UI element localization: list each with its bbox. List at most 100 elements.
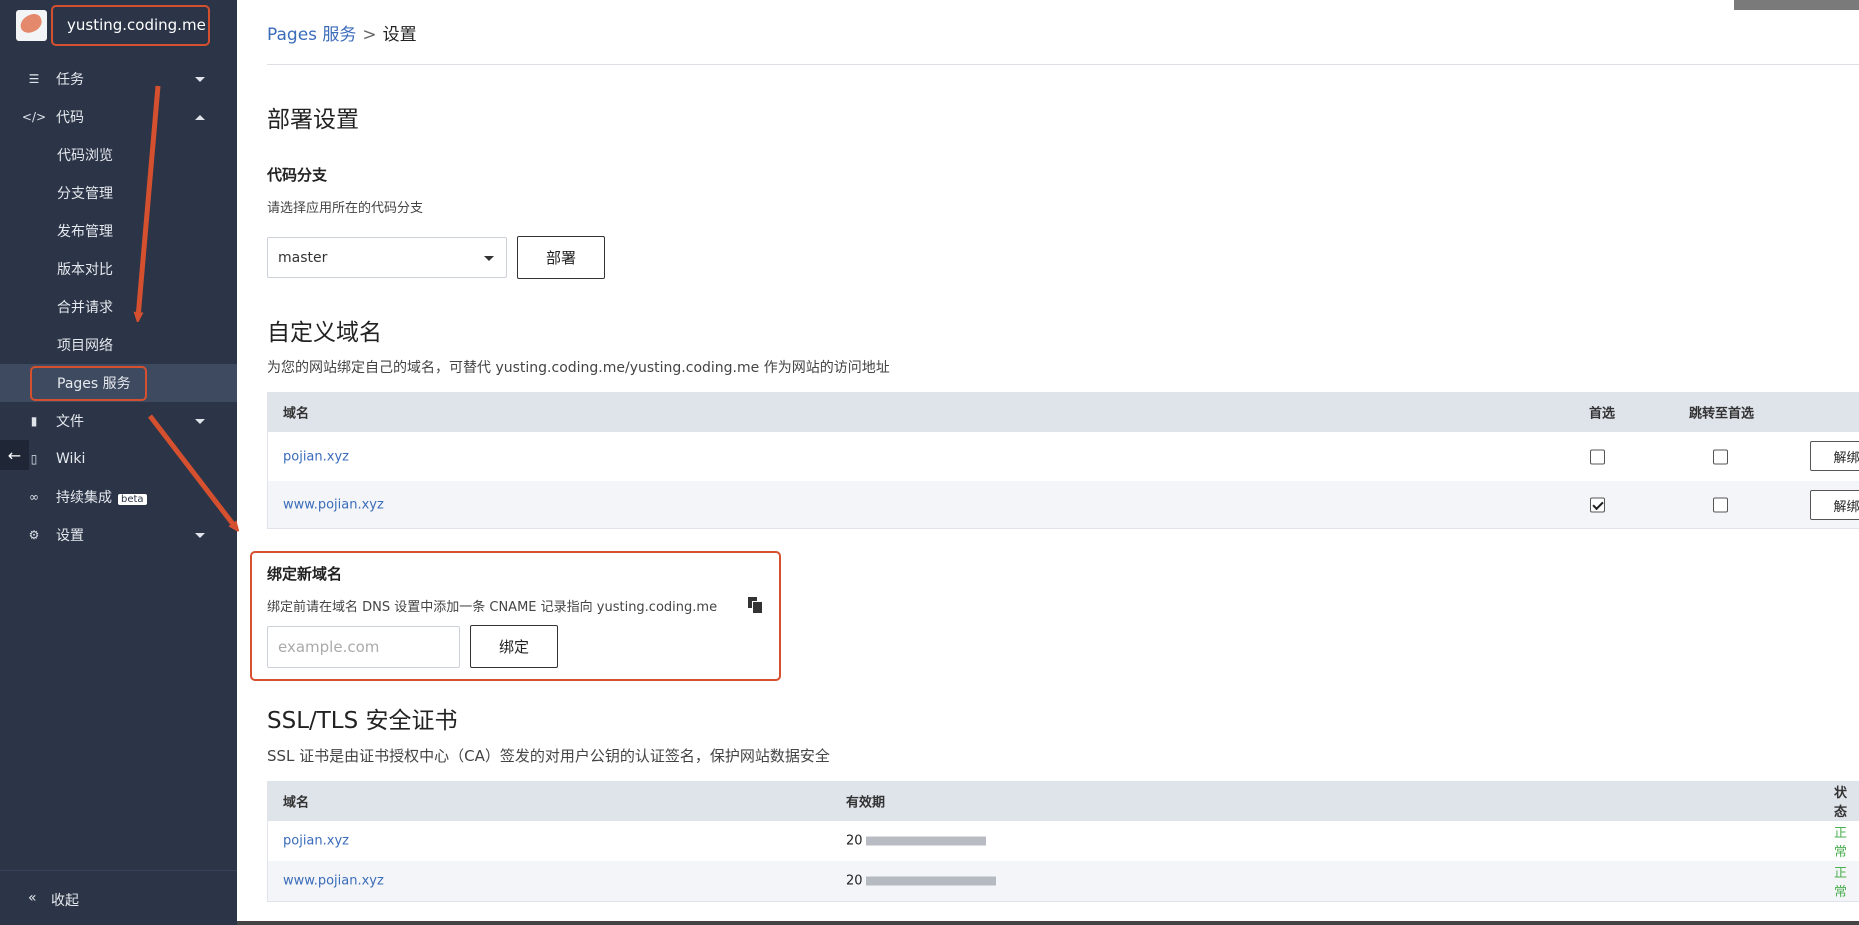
bind-domain-title: 绑定新域名 [267,565,343,583]
sidebar-item-code-browse[interactable]: 代码浏览 [0,136,237,174]
sidebar-item-pages[interactable]: Pages 服务 [0,364,237,402]
branch-select-value: master [278,249,328,266]
domain-link[interactable]: www.pojian.xyz [283,497,384,512]
sidebar-item-compare[interactable]: 版本对比 [0,250,237,288]
divider [267,64,1859,65]
sidebar-collapse-button[interactable]: « 收起 [0,870,237,925]
project-avatar [16,9,47,41]
breadcrumb-pages-link[interactable]: Pages 服务 [267,25,356,45]
gear-icon: ⚙ [28,528,40,542]
redacted-mask [865,876,996,886]
bind-domain-description: 绑定前请在域名 DNS 设置中添加一条 CNAME 记录指向 yusting.c… [267,600,718,615]
ssl-description: SSL 证书是由证书授权中心（CA）签发的对用户公钥的认证签名，保护网站数据安全 [267,747,830,765]
chevron-down-icon [195,418,205,424]
sidebar-item-label: 版本对比 [57,262,113,278]
domain-link[interactable]: pojian.xyz [283,834,349,849]
file-icon: ▮ [30,414,38,428]
beta-badge: beta [118,494,147,505]
code-icon: </> [21,110,47,124]
custom-domain-description: 为您的网站绑定自己的域名，可替代 yusting.coding.me/yusti… [267,360,890,376]
sidebar-item-label: 文件 [56,414,84,430]
chevron-down-icon [195,76,205,82]
validity-cell: 20 [846,874,996,889]
sidebar-item-label: 任务 [56,72,84,88]
sidebar-item-label: Wiki [56,451,86,467]
unbind-button[interactable]: 解绑 [1810,441,1859,471]
sidebar-item-label: 合并请求 [57,300,113,316]
chevron-down-icon [484,256,494,261]
domain-link[interactable]: pojian.xyz [283,449,349,464]
sidebar-item-code[interactable]: </> 代码 [0,98,237,136]
sidebar-item-label: 发布管理 [57,224,113,240]
domain-input[interactable] [267,626,460,668]
sidebar-item-label: Pages 服务 [57,376,131,392]
column-header-validity: 有效期 [846,795,886,811]
top-scroll-indicator [1734,0,1859,10]
sidebar-item-settings[interactable]: ⚙ 设置 [0,516,237,554]
sidebar-item-wiki[interactable]: ▯ Wiki [0,440,237,478]
redirect-checkbox[interactable] [1713,497,1728,512]
sidebar-item-label: 代码 [56,110,84,126]
project-switcher[interactable]: yusting.coding.me [16,8,206,42]
collapse-label: 收起 [51,893,79,909]
redacted-mask [865,836,986,846]
sidebar-item-ci[interactable]: ∞ 持续集成 beta [0,478,237,516]
sidebar-item-label: 设置 [56,528,84,544]
table-row: www.pojian.xyz 解绑 [268,481,1859,528]
table-row: pojian.xyz 20 正常 [268,821,1859,861]
domain-link[interactable]: www.pojian.xyz [283,874,384,889]
chevron-down-icon [195,532,205,538]
breadcrumb-current: 设置 [382,25,417,45]
chevron-up-icon [195,114,205,120]
sidebar-item-label: 持续集成 beta [56,487,147,507]
deploy-button[interactable]: 部署 [517,236,605,279]
table-row: pojian.xyz 解绑 [268,432,1859,481]
ssl-table: 域名 有效期 状态 pojian.xyz 20 正常 www.pojian.xy… [267,781,1859,902]
column-header-domain: 域名 [283,795,310,811]
branch-heading: 代码分支 [267,166,328,184]
table-header: 域名 首选 跳转至首选 [268,392,1859,432]
custom-domain-title: 自定义域名 [267,320,382,346]
sidebar-item-releases[interactable]: 发布管理 [0,212,237,250]
copy-icon[interactable] [748,597,763,614]
breadcrumb-separator: > [362,25,377,45]
breadcrumb: Pages 服务 > 设置 [267,20,417,45]
ci-label: 持续集成 [56,490,112,506]
branch-description: 请选择应用所在的代码分支 [267,201,424,216]
back-arrow-icon[interactable]: ← [0,440,29,470]
deploy-settings-title: 部署设置 [267,107,359,133]
ssl-title: SSL/TLS 安全证书 [267,708,458,734]
main-content: Pages 服务 > 设置 部署设置 代码分支 请选择应用所在的代码分支 maste… [237,0,1859,925]
sidebar-item-branches[interactable]: 分支管理 [0,174,237,212]
status-badge: 正常 [1834,826,1848,860]
column-header-domain: 域名 [283,406,310,422]
status-badge: 正常 [1834,866,1848,900]
sidebar: yusting.coding.me ☰ 任务 </> 代码 代码浏览 分支管理 … [0,0,237,925]
validity-value: 20 [846,873,863,889]
double-chevron-left-icon: « [28,890,37,906]
project-name: yusting.coding.me [67,16,206,34]
preferred-checkbox[interactable] [1590,449,1605,464]
sidebar-item-tasks[interactable]: ☰ 任务 [0,60,237,98]
validity-value: 20 [846,833,863,849]
list-icon: ☰ [28,72,40,86]
redirect-checkbox[interactable] [1713,449,1728,464]
sidebar-item-label: 项目网络 [57,338,113,354]
sidebar-item-files[interactable]: ▮ 文件 [0,402,237,440]
sidebar-item-network[interactable]: 项目网络 [0,326,237,364]
infinity-icon: ∞ [29,490,39,504]
table-header: 域名 有效期 状态 [268,781,1859,821]
bind-button[interactable]: 绑定 [470,625,558,668]
custom-domain-table: 域名 首选 跳转至首选 pojian.xyz 解绑 www.pojian.xyz… [267,392,1859,529]
bottom-bar [237,921,1859,925]
column-header-redirect: 跳转至首选 [1689,406,1755,422]
unbind-button[interactable]: 解绑 [1810,490,1859,520]
column-header-status: 状态 [1834,786,1848,820]
sidebar-item-label: 分支管理 [57,186,113,202]
validity-cell: 20 [846,834,986,849]
preferred-checkbox[interactable] [1590,497,1605,512]
table-row: www.pojian.xyz 20 正常 [268,861,1859,901]
sidebar-item-label: 代码浏览 [57,148,113,164]
branch-select[interactable]: master [267,237,507,278]
sidebar-item-merge-requests[interactable]: 合并请求 [0,288,237,326]
